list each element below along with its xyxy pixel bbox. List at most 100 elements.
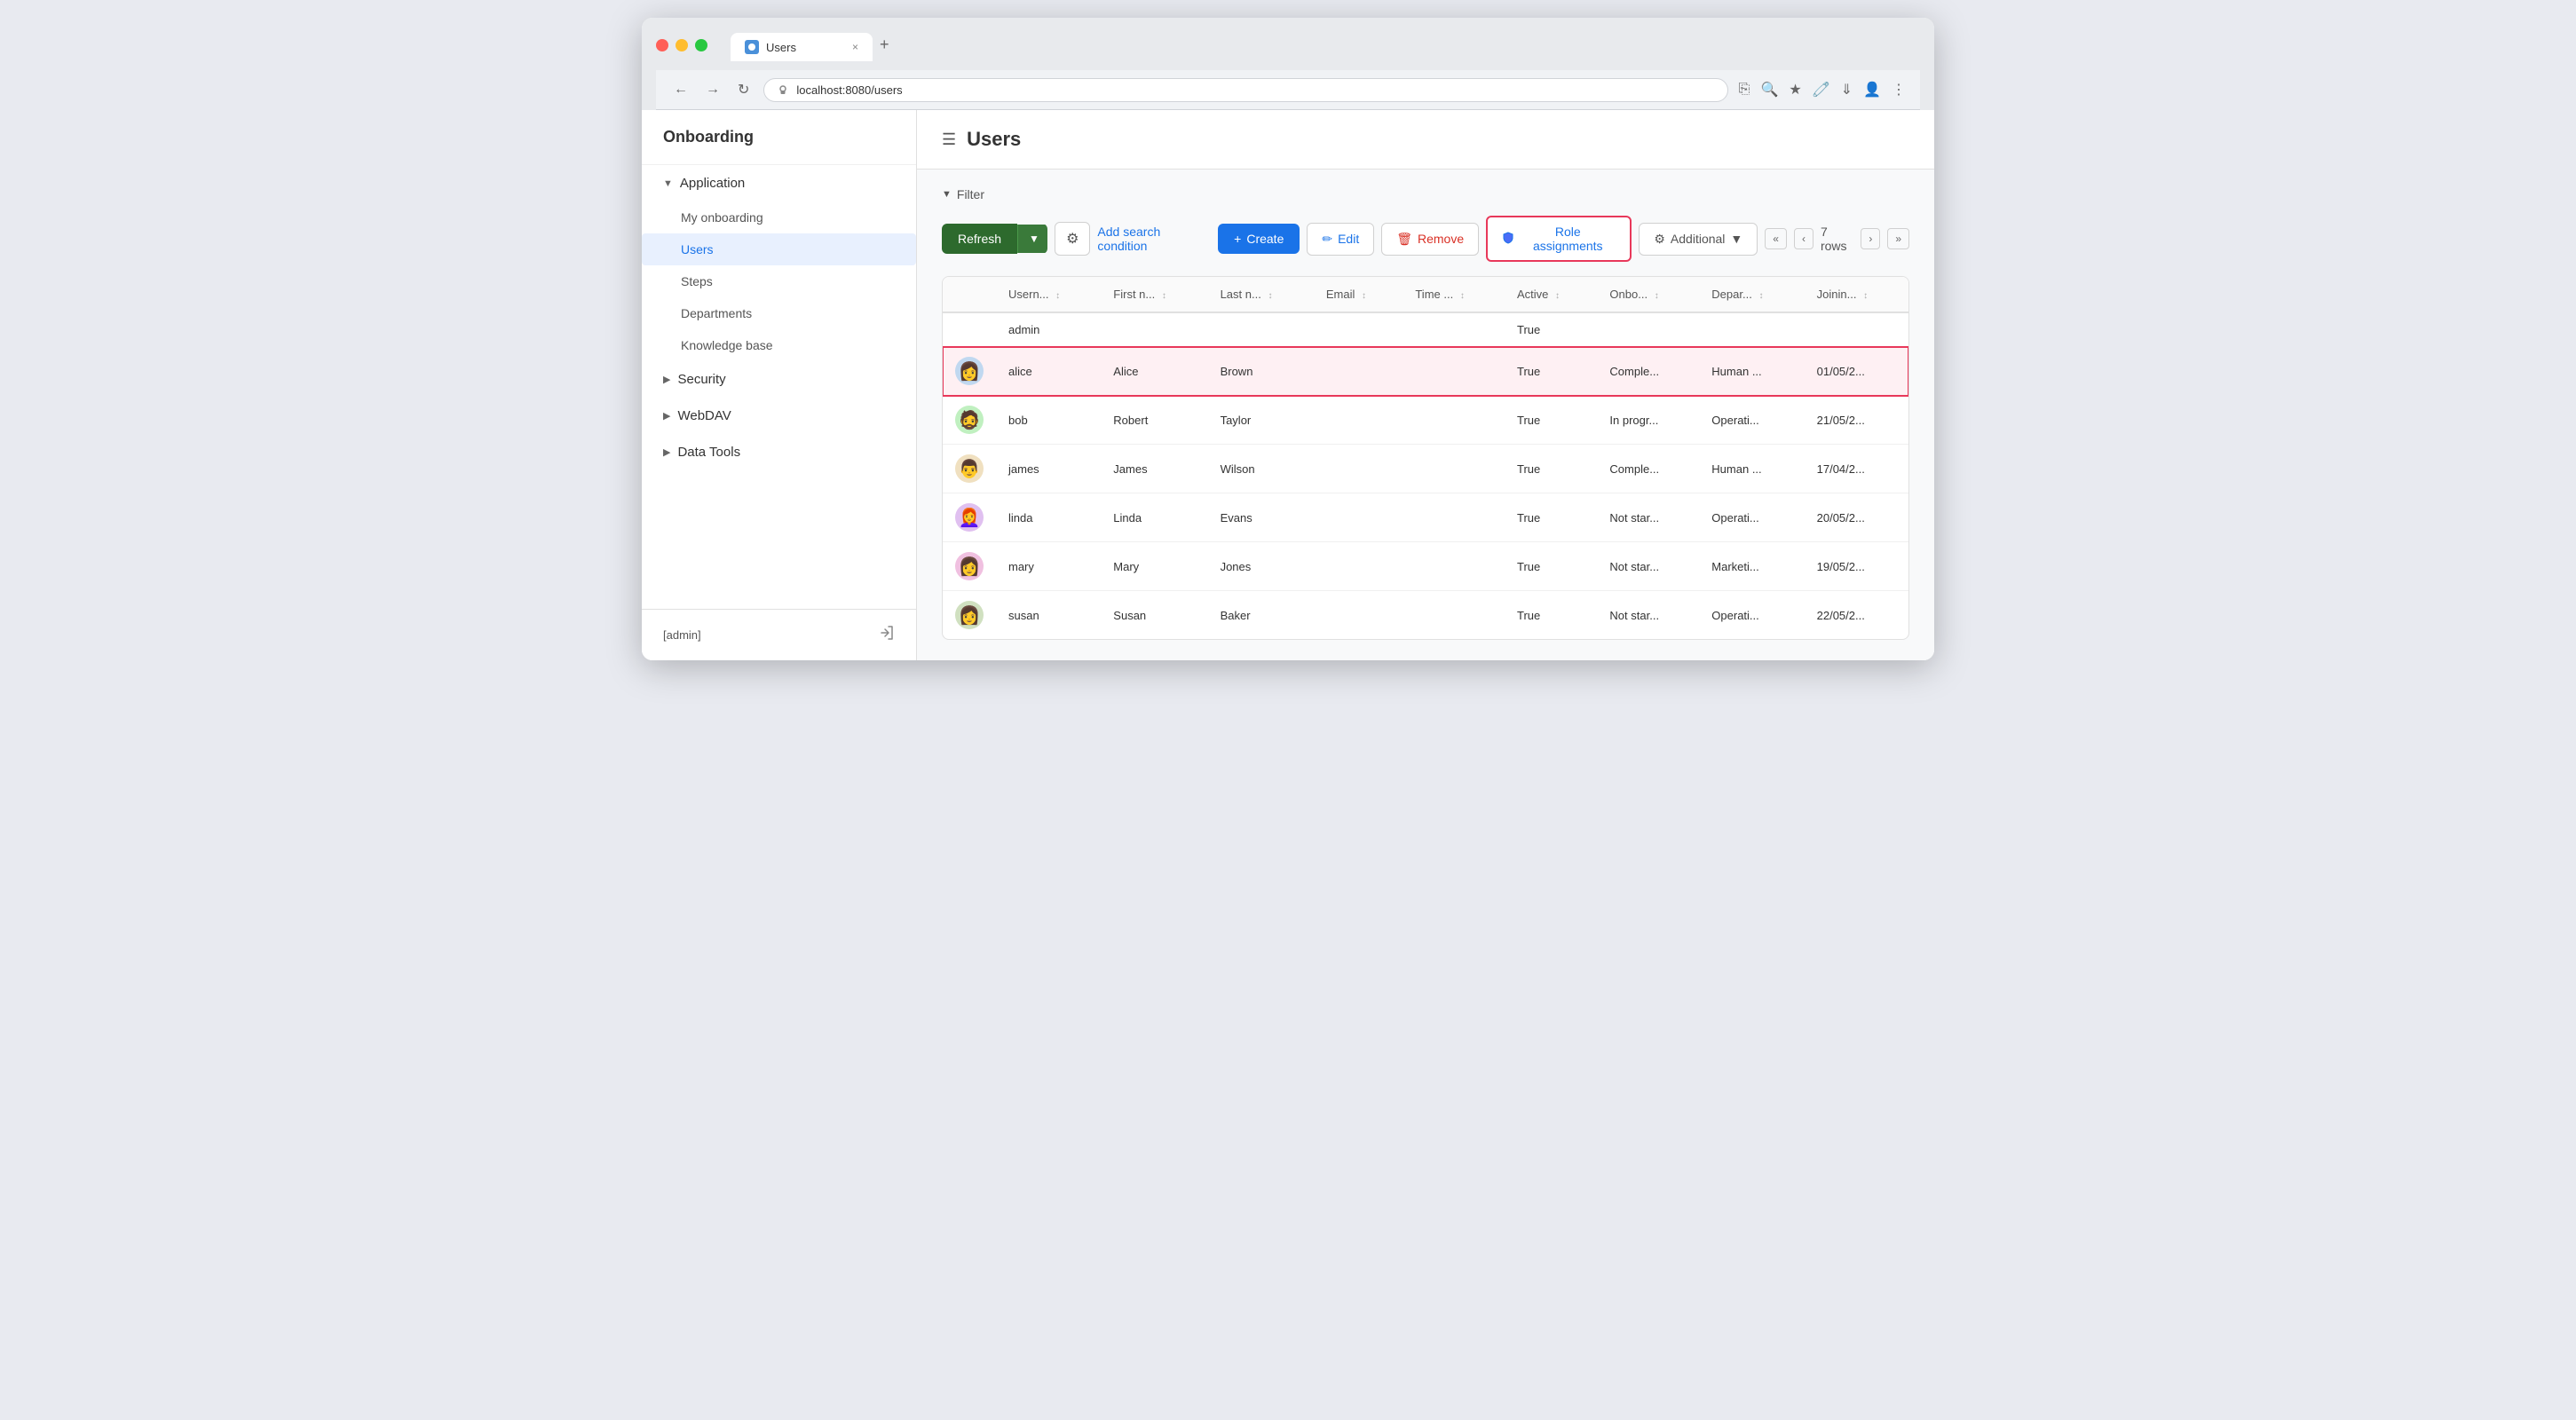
lock-icon	[777, 83, 789, 96]
refresh-button[interactable]: Refresh	[942, 224, 1017, 254]
table-row[interactable]: 👨jamesJamesWilsonTrueComple...Human ...1…	[943, 445, 1908, 493]
sidebar-section-webdav: ▶ WebDAV	[642, 398, 916, 434]
cell-email	[1314, 396, 1403, 445]
cell-last_name: Jones	[1208, 542, 1314, 591]
main-body: ▼ Filter Refresh ▼ ⚙ Add search conditio…	[917, 170, 1934, 658]
edit-button[interactable]: ✏ Edit	[1307, 223, 1374, 256]
cell-time	[1403, 591, 1505, 640]
sort-lastname-icon: ↕	[1268, 291, 1272, 301]
cell-avatar: 👩	[943, 591, 996, 640]
sidebar-toggle-button[interactable]: ☰	[942, 130, 956, 149]
address-input[interactable]: localhost:8080/users	[763, 78, 1727, 102]
cell-time	[1403, 493, 1505, 542]
sidebar-item-knowledge-base[interactable]: Knowledge base	[642, 329, 916, 361]
rows-info: « ‹ 7 rows › »	[1765, 225, 1909, 253]
cell-avatar: 👩	[943, 542, 996, 591]
sidebar: Onboarding ▼ Application My onboarding U…	[642, 110, 917, 660]
additional-button[interactable]: ⚙ Additional ▼	[1639, 223, 1758, 256]
filter-bar: ▼ Filter	[942, 187, 1909, 201]
cell-active: True	[1505, 542, 1597, 591]
sidebar-section-security-header[interactable]: ▶ Security	[642, 361, 916, 398]
settings-button[interactable]: ⚙	[1055, 222, 1090, 256]
cell-active: True	[1505, 493, 1597, 542]
profile-icon[interactable]: 👤	[1863, 81, 1881, 99]
cell-joining	[1805, 312, 1908, 347]
col-email-header[interactable]: Email ↕	[1314, 277, 1403, 312]
browser-controls: Users × +	[656, 28, 1920, 61]
zoom-icon[interactable]: 🔍	[1760, 81, 1778, 99]
filter-toggle-button[interactable]: ▼ Filter	[942, 187, 984, 201]
table-row[interactable]: 👩susanSusanBakerTrueNot star...Operati..…	[943, 591, 1908, 640]
table-row[interactable]: adminTrue	[943, 312, 1908, 347]
reload-button[interactable]: ↻	[734, 77, 753, 102]
col-joining-header[interactable]: Joinin... ↕	[1805, 277, 1908, 312]
cell-department	[1699, 312, 1804, 347]
sidebar-section-application-header[interactable]: ▼ Application	[642, 165, 916, 201]
table-row[interactable]: 👩maryMaryJonesTrueNot star...Marketi...1…	[943, 542, 1908, 591]
cell-avatar: 👩‍🦰	[943, 493, 996, 542]
refresh-dropdown-button[interactable]: ▼	[1017, 225, 1047, 253]
col-department-header[interactable]: Depar... ↕	[1699, 277, 1804, 312]
cell-onboarding: Not star...	[1597, 591, 1699, 640]
sidebar-title: Onboarding	[642, 110, 916, 165]
minimize-button[interactable]	[676, 39, 688, 51]
sidebar-item-my-onboarding[interactable]: My onboarding	[642, 201, 916, 233]
sidebar-item-departments[interactable]: Departments	[642, 297, 916, 329]
col-username-header[interactable]: Usern... ↕	[996, 277, 1101, 312]
sidebar-section-data-tools-header[interactable]: ▶ Data Tools	[642, 434, 916, 470]
table-row[interactable]: 🧔bobRobertTaylorTrueIn progr...Operati..…	[943, 396, 1908, 445]
create-button[interactable]: + Create	[1218, 224, 1300, 254]
close-button[interactable]	[656, 39, 668, 51]
sidebar-item-steps[interactable]: Steps	[642, 265, 916, 297]
sidebar-section-security-label: Security	[677, 372, 725, 387]
url-text: localhost:8080/users	[796, 83, 902, 97]
cell-joining: 01/05/2...	[1805, 347, 1908, 396]
forward-button[interactable]: →	[702, 78, 723, 101]
cell-first_name: Linda	[1101, 493, 1207, 542]
cell-active: True	[1505, 347, 1597, 396]
role-assignments-button[interactable]: Role assignments	[1486, 216, 1632, 262]
last-page-button[interactable]: »	[1887, 228, 1909, 249]
next-page-button[interactable]: ›	[1861, 228, 1880, 249]
sidebar-item-users[interactable]: Users	[642, 233, 916, 265]
col-active-header[interactable]: Active ↕	[1505, 277, 1597, 312]
col-time-header[interactable]: Time ... ↕	[1403, 277, 1505, 312]
cell-first_name: James	[1101, 445, 1207, 493]
browser-toolbar: ⎘ 🔍 ★ 🧷 ⇓ 👤 ⋮	[1739, 81, 1906, 99]
maximize-button[interactable]	[695, 39, 707, 51]
browser-titlebar: Users × + ← → ↻ localhost:8080/users ⎘ 🔍…	[642, 18, 1934, 110]
cell-onboarding: Comple...	[1597, 347, 1699, 396]
table-row[interactable]: 👩‍🦰lindaLindaEvansTrueNot star...Operati…	[943, 493, 1908, 542]
cell-joining: 22/05/2...	[1805, 591, 1908, 640]
col-lastname-header[interactable]: Last n... ↕	[1208, 277, 1314, 312]
sort-email-icon: ↕	[1362, 291, 1366, 301]
table-row[interactable]: 👩aliceAliceBrownTrueComple...Human ...01…	[943, 347, 1908, 396]
prev-page-button[interactable]: ‹	[1794, 228, 1813, 249]
save-icon[interactable]: ⇓	[1841, 81, 1853, 99]
first-page-button[interactable]: «	[1765, 228, 1787, 249]
browser-tab[interactable]: Users ×	[731, 33, 873, 61]
traffic-lights	[656, 39, 707, 51]
download-page-icon[interactable]: ⎘	[1739, 82, 1750, 98]
bookmark-icon[interactable]: ★	[1789, 81, 1801, 99]
sort-joining-icon: ↕	[1863, 291, 1868, 301]
col-avatar-header	[943, 277, 996, 312]
col-onboarding-header[interactable]: Onbo... ↕	[1597, 277, 1699, 312]
page-title: Users	[967, 128, 1021, 151]
menu-icon[interactable]: ⋮	[1892, 81, 1906, 99]
cell-joining: 19/05/2...	[1805, 542, 1908, 591]
add-search-condition-link[interactable]: Add search condition	[1097, 225, 1211, 253]
remove-button[interactable]: 🗑 Remove	[1381, 223, 1479, 256]
cell-last_name: Brown	[1208, 347, 1314, 396]
cell-joining: 20/05/2...	[1805, 493, 1908, 542]
logout-button[interactable]	[877, 624, 895, 646]
tab-close-button[interactable]: ×	[852, 41, 858, 53]
sidebar-section-webdav-header[interactable]: ▶ WebDAV	[642, 398, 916, 434]
new-tab-button[interactable]: +	[873, 28, 897, 61]
extension-icon[interactable]: 🧷	[1813, 81, 1830, 99]
col-firstname-header[interactable]: First n... ↕	[1101, 277, 1207, 312]
back-button[interactable]: ←	[670, 78, 691, 101]
tab-bar: Users × +	[731, 28, 1920, 61]
cell-avatar: 👨	[943, 445, 996, 493]
chevron-down-icon-2: ▼	[1730, 232, 1742, 246]
